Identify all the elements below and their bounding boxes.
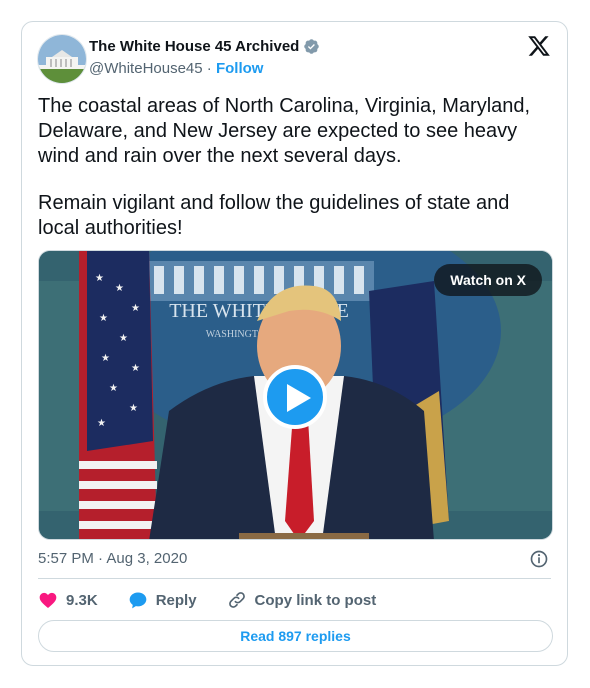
- avatar[interactable]: [37, 34, 87, 84]
- display-name[interactable]: The White House 45 Archived: [89, 38, 299, 55]
- post-time: 5:57 PM: [38, 550, 94, 567]
- author-handle[interactable]: @WhiteHouse45: [89, 60, 203, 77]
- date-separator: ·: [98, 550, 104, 567]
- timestamp[interactable]: 5:57 PM · Aug 3, 2020: [38, 550, 187, 567]
- link-icon: [228, 592, 245, 608]
- handle-row: @WhiteHouse45 · Follow: [89, 60, 263, 77]
- reply-button[interactable]: Reply: [128, 590, 197, 610]
- play-icon: [287, 384, 311, 412]
- svg-text:★: ★: [95, 273, 104, 284]
- copy-link-label: Copy link to post: [254, 591, 377, 609]
- tweet-text: The coastal areas of North Carolina, Vir…: [38, 94, 548, 263]
- action-bar: 9.3K Reply Copy link to post: [38, 590, 406, 610]
- tweet-paragraph: Remain vigilant and follow the guideline…: [38, 192, 510, 239]
- svg-text:★: ★: [101, 353, 110, 364]
- like-button[interactable]: 9.3K: [38, 590, 98, 610]
- reply-bubble-icon: [129, 592, 147, 609]
- handle-separator: ·: [206, 60, 212, 77]
- svg-text:★: ★: [109, 383, 118, 394]
- svg-text:★: ★: [131, 303, 140, 314]
- info-icon[interactable]: [529, 549, 549, 569]
- play-button[interactable]: [263, 365, 327, 429]
- video-player[interactable]: THE WHITE HOUSE WASHINGTON ★ ★ ★ ★ ★ ★ ★ ★ ★ ★: [38, 250, 553, 540]
- divider: [38, 578, 551, 579]
- likes-count: 9.3K: [66, 591, 98, 609]
- tweet-paragraph: The coastal areas of North Carolina, Vir…: [38, 95, 531, 167]
- white-house-avatar-image: [38, 35, 86, 83]
- svg-text:★: ★: [129, 403, 138, 414]
- x-logo-icon[interactable]: [527, 34, 551, 58]
- heart-icon: [39, 592, 57, 608]
- svg-text:★: ★: [97, 418, 106, 429]
- svg-text:★: ★: [119, 333, 128, 344]
- post-date: Aug 3, 2020: [106, 550, 188, 567]
- svg-text:★: ★: [99, 313, 108, 324]
- read-replies-button[interactable]: Read 897 replies: [38, 620, 553, 652]
- follow-button[interactable]: Follow: [216, 60, 264, 77]
- tweet-card: The White House 45 Archived @WhiteHouse4…: [21, 21, 568, 666]
- author-name-row: The White House 45 Archived: [89, 38, 320, 55]
- watch-on-x-button[interactable]: Watch on X: [434, 264, 542, 296]
- svg-text:★: ★: [115, 283, 124, 294]
- reply-label: Reply: [155, 591, 197, 609]
- copy-link-button[interactable]: Copy link to post: [227, 590, 377, 610]
- svg-text:★: ★: [131, 363, 140, 374]
- verified-badge-icon: [304, 39, 320, 54]
